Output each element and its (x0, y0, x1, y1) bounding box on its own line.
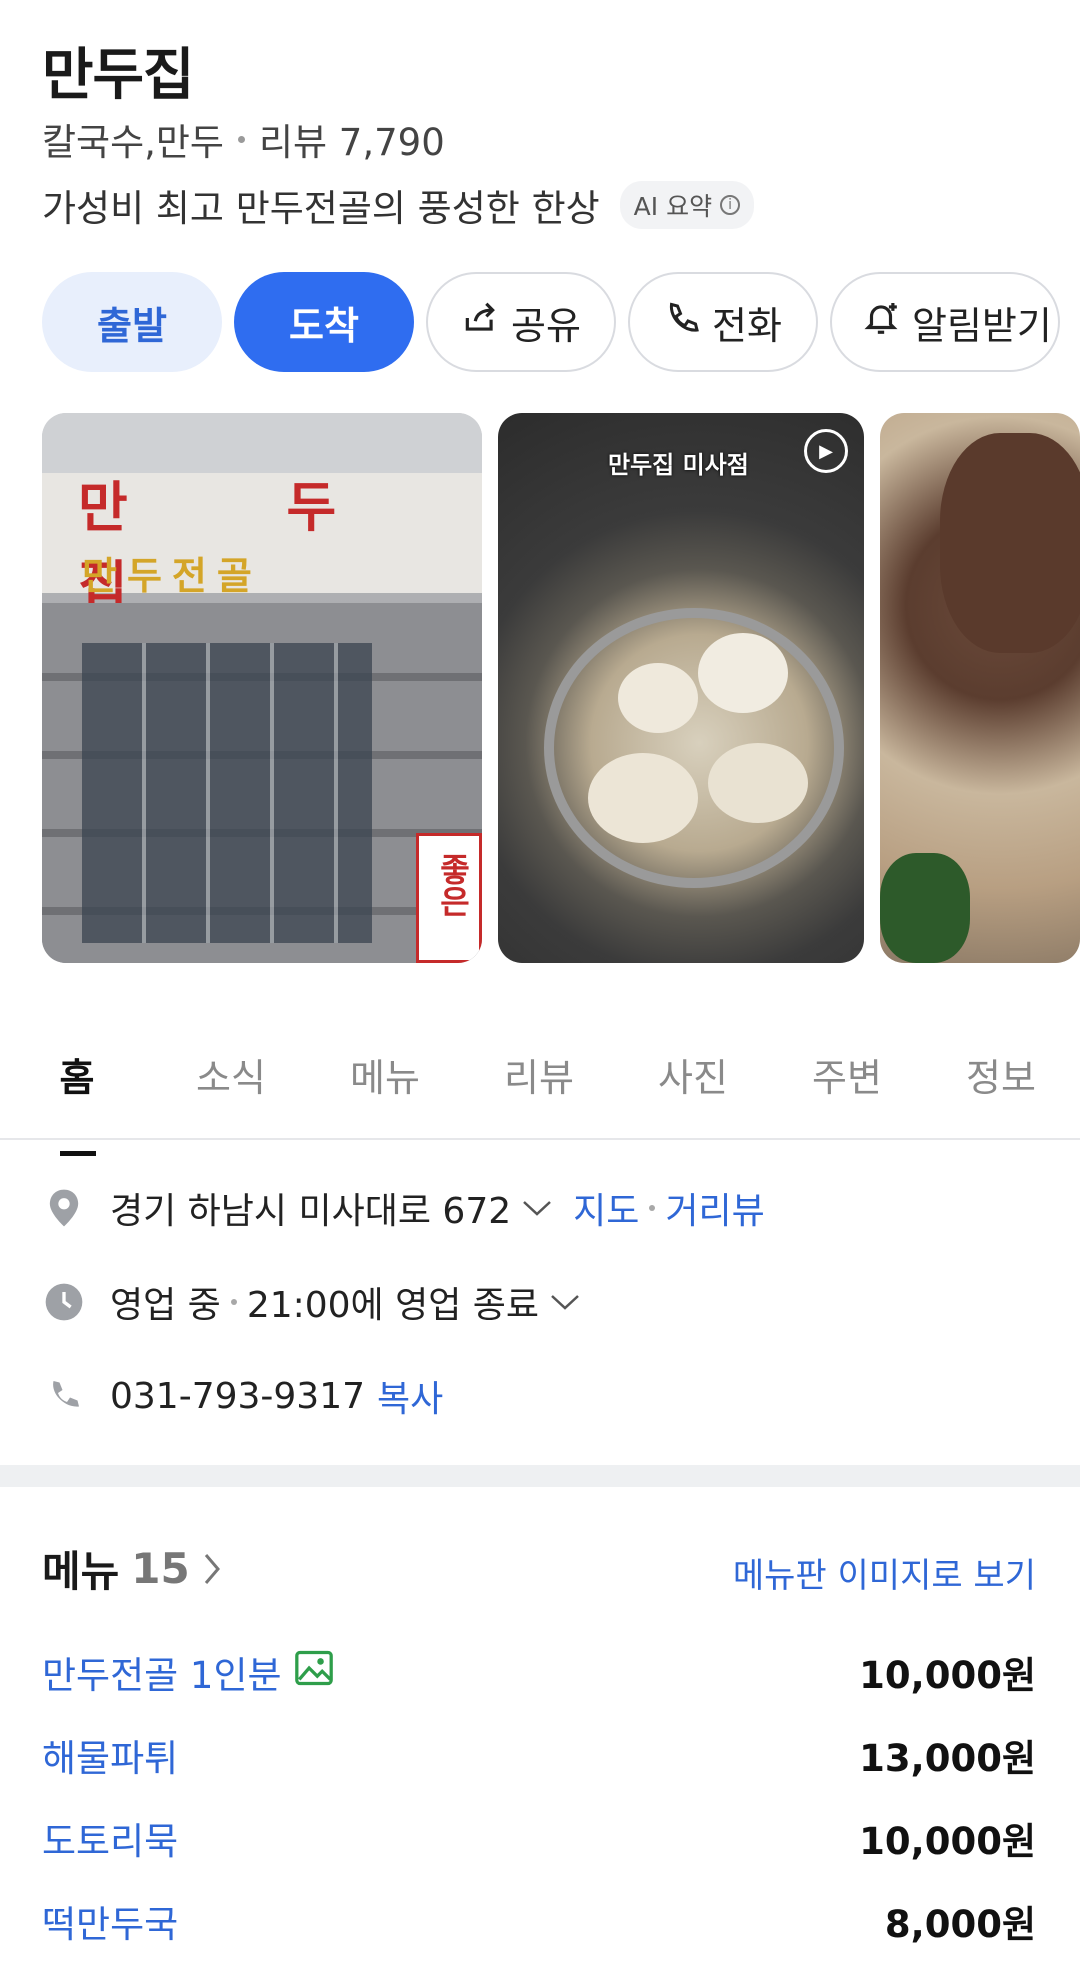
tab-news[interactable]: 소식 (154, 1038, 308, 1138)
photo-dumpling-soup-video[interactable]: 만두집 미사점 ▶ (498, 413, 864, 963)
bell-plus-icon (862, 299, 900, 346)
sign-sub: 만두전골 (82, 554, 262, 598)
video-caption: 만두집 미사점 (608, 451, 749, 479)
street-view-link[interactable]: 거리뷰 (665, 1182, 764, 1234)
menu-item[interactable]: 떡만두국 8,000원 (42, 1894, 1036, 1948)
play-icon[interactable]: ▶ (804, 429, 848, 473)
notify-button[interactable]: 알림받기 (830, 272, 1060, 372)
menu-item-price: 13,000원 (859, 1737, 1036, 1780)
menu-item[interactable]: 만두전골 1인분 10,000원 (42, 1645, 1036, 1699)
menu-item[interactable]: 도토리묵 10,000원 (42, 1811, 1036, 1865)
category-label: 칼국수,만두 (42, 121, 224, 164)
menu-item-name: 해물파튀 (42, 1737, 179, 1780)
phone-row: 031-793-9317 복사 (44, 1370, 443, 1422)
share-button[interactable]: 공유 (426, 272, 616, 372)
separator-dot (230, 1299, 237, 1305)
menu-heading[interactable]: 메뉴 15 (42, 1538, 222, 1599)
menu-item-price: 8,000원 (884, 1903, 1036, 1946)
summary-text: 가성비 최고 만두전골의 풍성한 한상 (42, 187, 600, 230)
photo-storefront[interactable]: 만 두 집 만두전골 좋은 (42, 413, 482, 963)
separator-dot (237, 135, 245, 143)
notify-label: 알림받기 (912, 303, 1052, 348)
ai-summary: 가성비 최고 만두전골의 풍성한 한상 AI 요약 i (42, 178, 755, 232)
share-icon (461, 299, 499, 346)
closing-time: 21:00에 영업 종료 (246, 1285, 540, 1326)
ai-summary-chip[interactable]: AI 요약 i (619, 181, 755, 229)
ai-chip-label: AI 요약 (633, 192, 713, 221)
place-meta: 칼국수,만두 리뷰 7,790 (42, 112, 445, 166)
image-icon (294, 1650, 334, 1695)
menu-item-name: 만두전골 1인분 (42, 1654, 282, 1697)
tab-info[interactable]: 정보 (924, 1038, 1078, 1138)
place-title: 만두집 (42, 43, 195, 108)
menu-item-price: 10,000원 (859, 1654, 1036, 1697)
address-row: 경기 하남시 미사대로 672 지도 거리뷰 (44, 1182, 765, 1234)
tab-photos[interactable]: 사진 (616, 1038, 770, 1138)
info-icon: i (720, 195, 741, 215)
separator-dot (649, 1205, 656, 1211)
call-button[interactable]: 전화 (628, 272, 818, 372)
menu-image-link[interactable]: 메뉴판 이미지로 보기 (733, 1548, 1036, 1597)
menu-item-price: 10,000원 (859, 1820, 1036, 1863)
chevron-down-icon[interactable] (549, 1292, 581, 1312)
chevron-right-icon (202, 1552, 222, 1586)
tab-home[interactable]: 홈 (0, 1038, 154, 1156)
copy-link[interactable]: 복사 (377, 1370, 443, 1422)
clock-icon (44, 1282, 84, 1322)
tab-nearby[interactable]: 주변 (770, 1038, 924, 1138)
action-bar: 출발 도착 공유 전화 알림받기 (42, 272, 1060, 372)
address-text: 경기 하남시 미사대로 672 (110, 1191, 512, 1232)
phone-icon (44, 1376, 84, 1416)
sign-side: 좋은 (434, 853, 472, 917)
phone-icon (664, 300, 700, 345)
menu-item-name: 도토리묵 (42, 1820, 179, 1863)
menu-item[interactable]: 해물파튀 13,000원 (42, 1728, 1036, 1782)
location-pin-icon (44, 1188, 84, 1228)
photo-hotpot[interactable] (880, 413, 1080, 963)
depart-button[interactable]: 출발 (42, 272, 222, 372)
section-divider (0, 1465, 1080, 1487)
tab-reviews[interactable]: 리뷰 (462, 1038, 616, 1138)
call-label: 전화 (712, 303, 782, 348)
tab-menu[interactable]: 메뉴 (308, 1038, 462, 1138)
open-status: 영업 중 (110, 1285, 221, 1326)
hours-row[interactable]: 영업 중 21:00에 영업 종료 (44, 1276, 581, 1328)
share-label: 공유 (511, 303, 581, 348)
map-link[interactable]: 지도 (573, 1182, 639, 1234)
menu-title: 메뉴 (42, 1547, 120, 1596)
arrive-button[interactable]: 도착 (234, 272, 414, 372)
review-count-link[interactable]: 리뷰 7,790 (259, 112, 445, 166)
chevron-down-icon[interactable] (521, 1198, 553, 1218)
menu-item-name: 떡만두국 (42, 1903, 179, 1946)
phone-number[interactable]: 031-793-9317 (110, 1376, 365, 1417)
photo-strip: 만 두 집 만두전골 좋은 만두집 미사점 ▶ (42, 413, 1080, 963)
tab-bar: 홈 소식 메뉴 리뷰 사진 주변 정보 (0, 1038, 1080, 1156)
menu-count: 15 (131, 1544, 190, 1593)
